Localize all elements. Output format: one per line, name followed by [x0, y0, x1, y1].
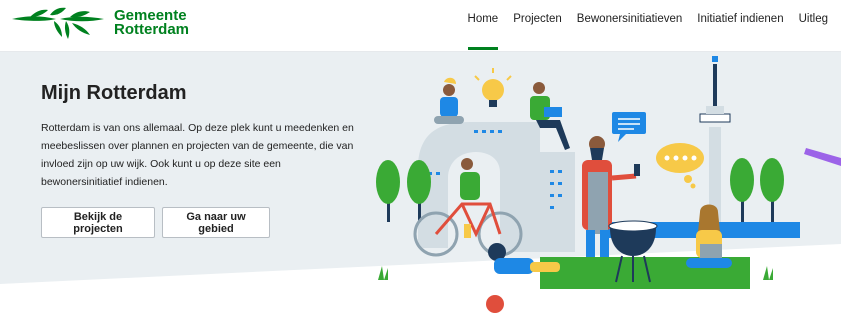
brand-name: Gemeente Rotterdam: [114, 8, 190, 38]
gemeente-rotterdam-logo[interactable]: Gemeente Rotterdam: [10, 7, 200, 41]
nav-item-initiatief-indienen[interactable]: Initiatief indienen: [697, 12, 783, 50]
nav-item-bewonersinitiatieven[interactable]: Bewonersinitiatieven: [577, 12, 682, 50]
main-navigation: Home Projecten Bewonersinitiatieven Init…: [467, 12, 828, 50]
intro-text: Rotterdam is van ons allemaal. Op deze p…: [41, 122, 354, 188]
brand-name-line2: Rotterdam: [114, 21, 190, 38]
hero-section: Mijn Rotterdam Rotterdam is van ons alle…: [0, 52, 841, 316]
rotterdam-leaf-logo-icon: [12, 7, 104, 39]
nav-item-uitleg[interactable]: Uitleg: [799, 12, 828, 50]
site-header: Gemeente Rotterdam Home Projecten Bewone…: [0, 0, 841, 52]
nav-item-home[interactable]: Home: [467, 12, 498, 50]
nav-item-projecten[interactable]: Projecten: [513, 12, 562, 50]
page-title: Mijn Rotterdam: [41, 82, 187, 104]
go-to-area-button[interactable]: Ga naar uw gebied: [162, 207, 270, 238]
view-projects-button[interactable]: Bekijk de projecten: [41, 207, 155, 238]
